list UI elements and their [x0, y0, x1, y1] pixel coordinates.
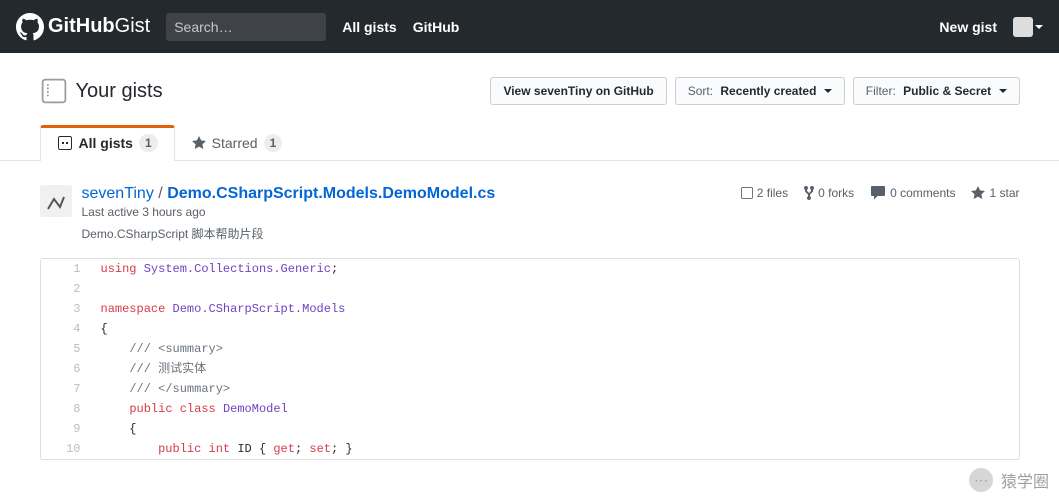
- fork-icon: [804, 185, 814, 201]
- tab-starred[interactable]: Starred 1: [175, 125, 300, 160]
- filter-value: Public & Secret: [903, 84, 991, 98]
- file-icon: [741, 185, 753, 201]
- line-number: 7: [41, 379, 91, 399]
- code-line: 9 {: [41, 419, 1019, 439]
- line-code: /// </summary>: [91, 379, 1019, 399]
- stat-stars[interactable]: 1 star: [971, 185, 1019, 201]
- sort-label: Sort:: [688, 84, 713, 98]
- tab-all-gists[interactable]: All gists 1: [40, 125, 175, 161]
- code-table: 1using System.Collections.Generic;23name…: [41, 259, 1019, 459]
- line-number: 5: [41, 339, 91, 359]
- line-number: 1: [41, 259, 91, 279]
- line-code: namespace Demo.CSharpScript.Models: [91, 299, 1019, 319]
- stat-files[interactable]: 2 files: [741, 185, 788, 201]
- gist-filename-link[interactable]: Demo.CSharpScript.Models.DemoModel.cs: [167, 185, 495, 202]
- gist-item: sevenTiny / Demo.CSharpScript.Models.Dem…: [40, 185, 1020, 242]
- gist-owner-link[interactable]: sevenTiny: [82, 185, 154, 202]
- code-line: 1using System.Collections.Generic;: [41, 259, 1019, 279]
- tab-label: Starred: [212, 135, 258, 151]
- sort-button[interactable]: Sort: Recently created: [675, 77, 845, 105]
- button-group: View sevenTiny on GitHub Sort: Recently …: [490, 77, 1019, 105]
- separator: /: [158, 185, 162, 202]
- line-number: 8: [41, 399, 91, 419]
- caret-down-icon: [824, 89, 832, 93]
- caret-down-icon: [1035, 25, 1043, 29]
- sort-value: Recently created: [720, 84, 816, 98]
- line-number: 4: [41, 319, 91, 339]
- line-number: 2: [41, 279, 91, 299]
- code-square-icon: [57, 135, 73, 151]
- code-line: 8 public class DemoModel: [41, 399, 1019, 419]
- avatar-icon: [1013, 17, 1033, 37]
- code-box[interactable]: 1using System.Collections.Generic;23name…: [40, 258, 1020, 460]
- tab-label: All gists: [79, 135, 133, 151]
- filter-button[interactable]: Filter: Public & Secret: [853, 77, 1020, 105]
- page-title: Your gists: [40, 77, 163, 105]
- logo-text: GitHubGist: [48, 15, 150, 38]
- tab-count: 1: [264, 134, 283, 152]
- code-line: 10 public int ID { get; set; }: [41, 439, 1019, 459]
- gist-description: Demo.CSharpScript 脚本帮助片段: [82, 225, 496, 242]
- header-right: New gist: [939, 17, 1043, 37]
- line-code: /// <summary>: [91, 339, 1019, 359]
- user-menu[interactable]: [1013, 17, 1043, 37]
- line-number: 3: [41, 299, 91, 319]
- line-number: 9: [41, 419, 91, 439]
- wechat-icon: ⋯: [969, 468, 993, 492]
- page-title-text: Your gists: [76, 80, 163, 103]
- nav-github[interactable]: GitHub: [413, 19, 460, 35]
- gist-icon: [40, 77, 68, 105]
- nav-links: All gists GitHub: [342, 19, 459, 35]
- nav-all-gists[interactable]: All gists: [342, 19, 396, 35]
- new-gist-link[interactable]: New gist: [939, 19, 997, 35]
- line-code: public int ID { get; set; }: [91, 439, 1019, 459]
- line-number: 10: [41, 439, 91, 459]
- stat-forks[interactable]: 0 forks: [804, 185, 854, 201]
- gist-title: sevenTiny / Demo.CSharpScript.Models.Dem…: [82, 185, 496, 203]
- content: sevenTiny / Demo.CSharpScript.Models.Dem…: [24, 161, 1036, 484]
- gist-stats: 2 files 0 forks 0 comments 1 star: [741, 185, 1020, 201]
- gist-meta: Last active 3 hours ago: [82, 205, 496, 219]
- caret-down-icon: [999, 89, 1007, 93]
- line-code: using System.Collections.Generic;: [91, 259, 1019, 279]
- comment-icon: [870, 185, 886, 201]
- code-line: 6 /// 测试实体: [41, 359, 1019, 379]
- subhead: Your gists View sevenTiny on GitHub Sort…: [0, 53, 1059, 161]
- line-number: 6: [41, 359, 91, 379]
- code-line: 7 /// </summary>: [41, 379, 1019, 399]
- code-line: 4{: [41, 319, 1019, 339]
- avatar-placeholder-icon: [40, 185, 72, 217]
- star-icon: [192, 135, 206, 151]
- watermark: ⋯ 猿学圈: [969, 468, 1049, 492]
- stat-comments[interactable]: 0 comments: [870, 185, 955, 201]
- search-input[interactable]: [166, 13, 326, 41]
- line-code: public class DemoModel: [91, 399, 1019, 419]
- watermark-text: 猿学圈: [1001, 468, 1049, 492]
- view-profile-button[interactable]: View sevenTiny on GitHub: [490, 77, 666, 105]
- code-line: 2: [41, 279, 1019, 299]
- star-icon: [971, 185, 985, 201]
- tab-count: 1: [139, 134, 158, 152]
- code-line: 5 /// <summary>: [41, 339, 1019, 359]
- tabs: All gists 1 Starred 1: [24, 125, 1036, 160]
- line-code: /// 测试实体: [91, 359, 1019, 379]
- line-code: {: [91, 319, 1019, 339]
- main-header: GitHubGist All gists GitHub New gist: [0, 0, 1059, 53]
- line-code: [91, 279, 1019, 299]
- github-mark-icon: [16, 13, 44, 41]
- logo-link[interactable]: GitHubGist: [16, 13, 150, 41]
- code-line: 3namespace Demo.CSharpScript.Models: [41, 299, 1019, 319]
- gist-avatar[interactable]: [40, 185, 72, 217]
- line-code: {: [91, 419, 1019, 439]
- filter-label: Filter:: [866, 84, 896, 98]
